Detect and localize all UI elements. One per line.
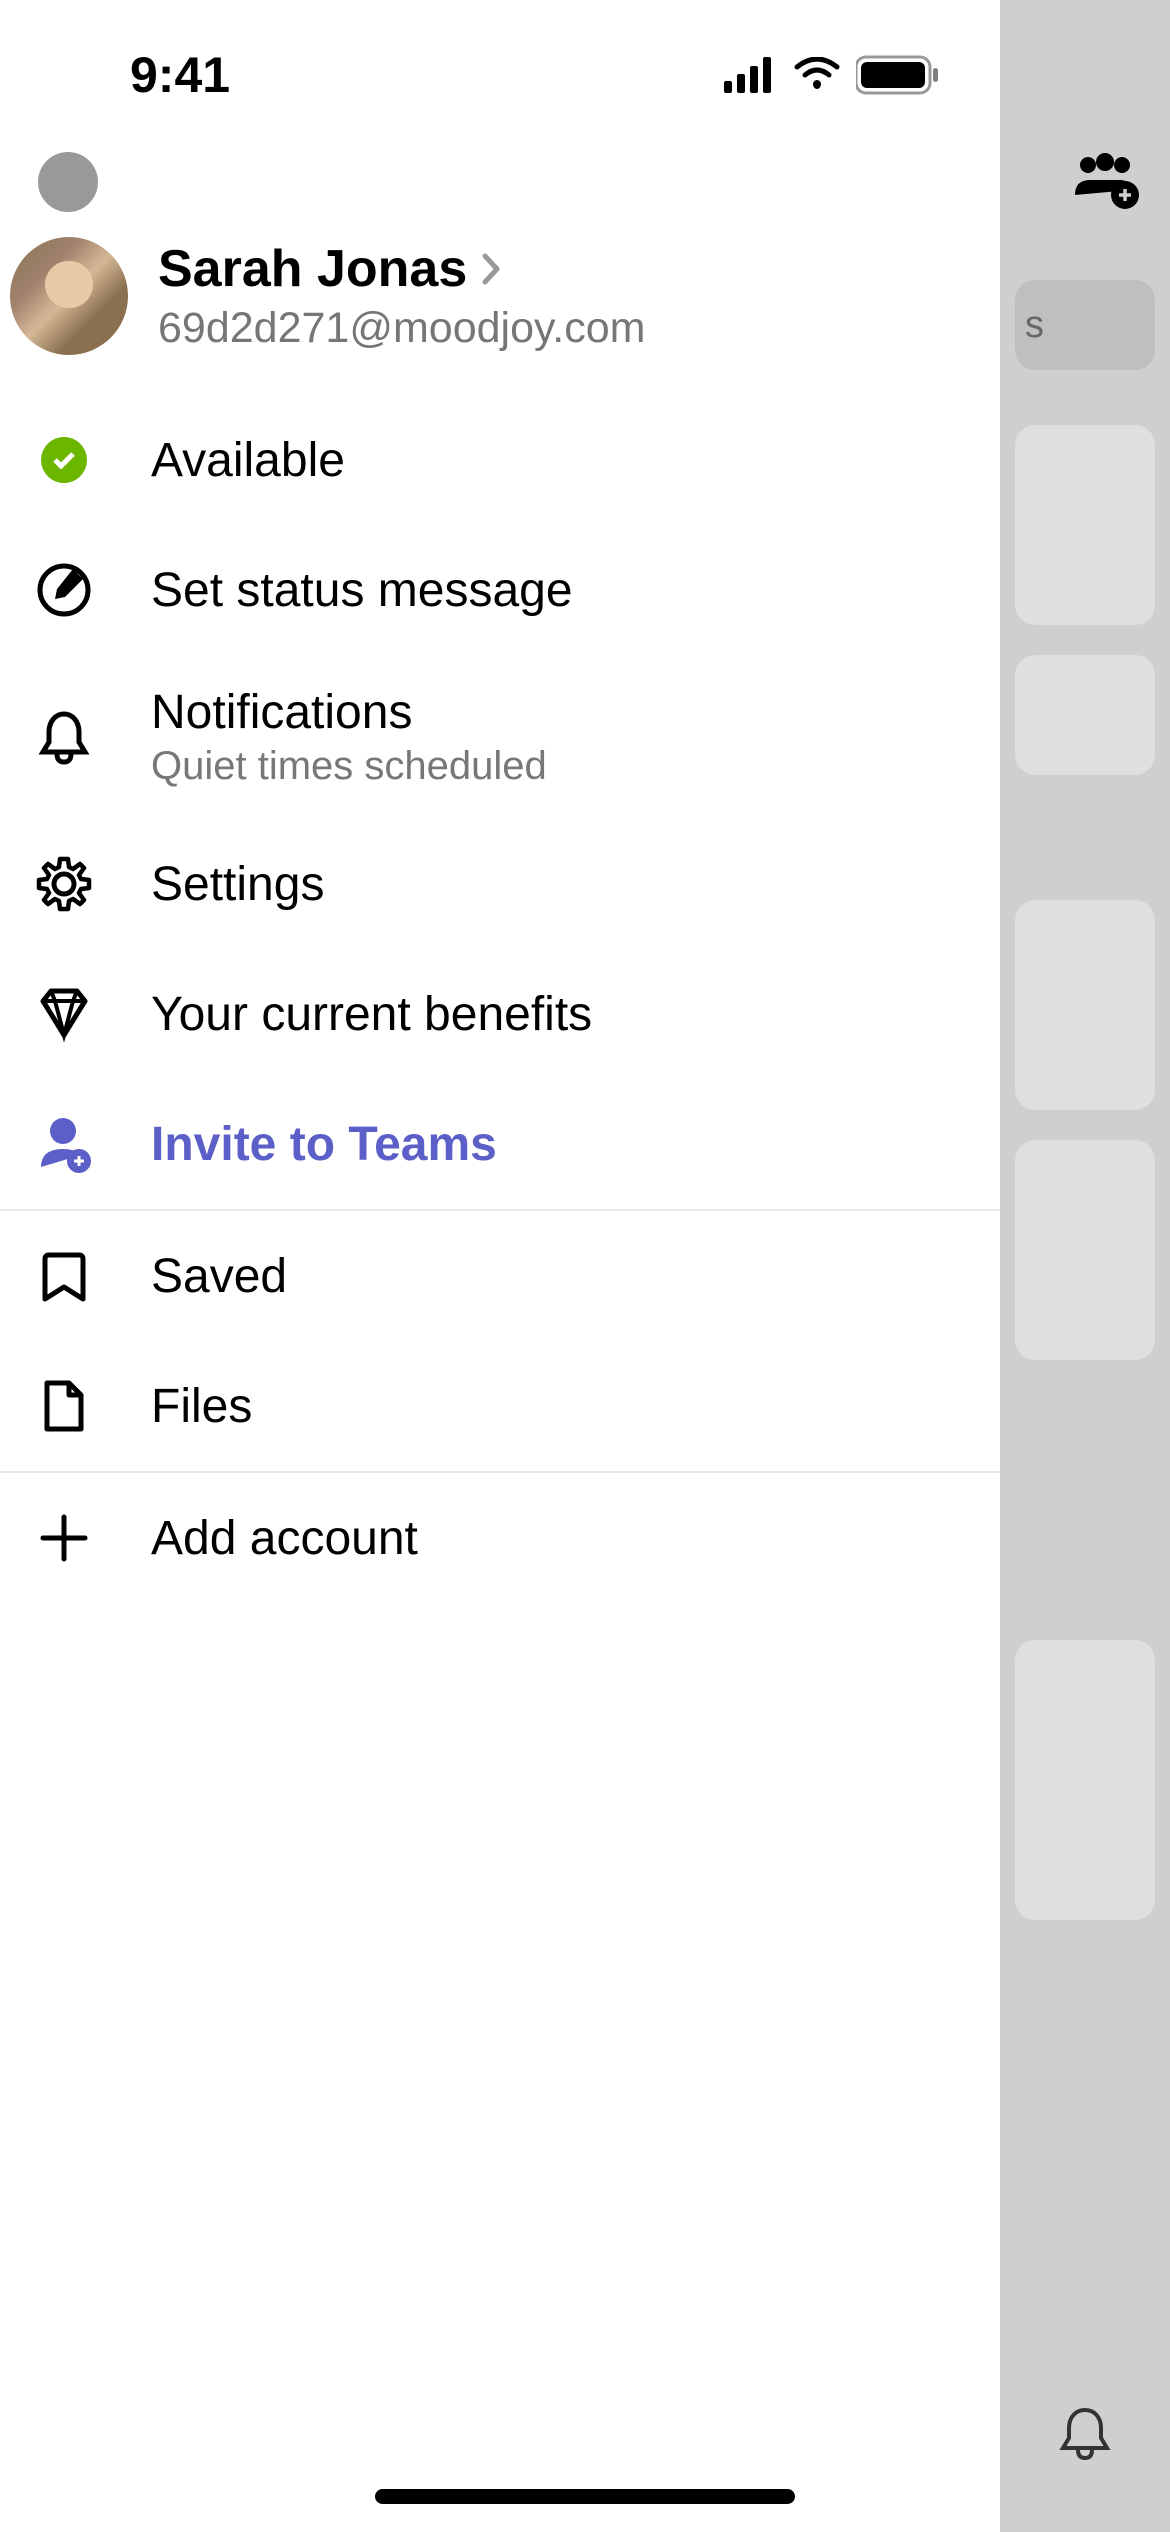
menu-item-set-status[interactable]: Set status message: [0, 525, 1000, 655]
drawer-panel: 9:41 Sarah J: [0, 0, 1000, 2532]
background-search: s: [1015, 280, 1155, 370]
gear-icon: [35, 855, 93, 913]
bg-card: [1015, 1640, 1155, 1920]
notifications-label: Notifications: [151, 685, 965, 740]
background-panel: s: [1000, 0, 1170, 2532]
edit-icon: [35, 561, 93, 619]
set-status-label: Set status message: [151, 563, 965, 618]
account-indicator-dot[interactable]: [38, 152, 98, 212]
home-indicator[interactable]: [375, 2489, 795, 2504]
files-label: Files: [151, 1379, 965, 1434]
benefits-label: Your current benefits: [151, 987, 965, 1042]
menu-item-invite[interactable]: Invite to Teams: [0, 1079, 1000, 1209]
bookmark-icon: [35, 1247, 93, 1305]
bg-card: [1015, 900, 1155, 1110]
battery-icon: [856, 55, 940, 95]
diamond-icon: [35, 985, 93, 1043]
menu-item-notifications[interactable]: Notifications Quiet times scheduled: [0, 655, 1000, 819]
status-bar: 9:41: [0, 0, 1000, 130]
file-icon: [35, 1377, 93, 1435]
profile-name: Sarah Jonas: [158, 239, 467, 299]
avatar: [10, 237, 128, 355]
available-status-icon: [35, 431, 93, 489]
bell-icon: [35, 708, 93, 766]
search-partial-text: s: [1025, 304, 1044, 347]
menu-item-settings[interactable]: Settings: [0, 819, 1000, 949]
add-people-icon[interactable]: [1070, 150, 1140, 210]
menu-item-files[interactable]: Files: [0, 1341, 1000, 1471]
bg-card: [1015, 425, 1155, 625]
bg-card: [1015, 1140, 1155, 1360]
status-icons: [724, 55, 940, 95]
menu-item-add-account[interactable]: Add account: [0, 1473, 1000, 1603]
plus-icon: [35, 1509, 93, 1567]
menu-item-availability[interactable]: Available: [0, 395, 1000, 525]
cellular-signal-icon: [724, 57, 778, 93]
profile-info: Sarah Jonas 69d2d271@moodjoy.com: [158, 239, 965, 353]
saved-label: Saved: [151, 1249, 965, 1304]
menu-item-benefits[interactable]: Your current benefits: [0, 949, 1000, 1079]
chevron-right-icon: [482, 253, 502, 285]
invite-label: Invite to Teams: [151, 1117, 965, 1172]
status-time: 9:41: [130, 46, 230, 104]
menu-item-saved[interactable]: Saved: [0, 1211, 1000, 1341]
invite-person-icon: [35, 1115, 93, 1173]
wifi-icon: [793, 57, 841, 93]
profile-header[interactable]: Sarah Jonas 69d2d271@moodjoy.com: [0, 217, 1000, 395]
bg-card: [1015, 655, 1155, 775]
profile-email: 69d2d271@moodjoy.com: [158, 304, 965, 353]
add-account-label: Add account: [151, 1511, 965, 1566]
notifications-sublabel: Quiet times scheduled: [151, 744, 965, 789]
settings-label: Settings: [151, 857, 965, 912]
background-bell-icon[interactable]: [1055, 2402, 1115, 2462]
availability-label: Available: [151, 433, 965, 488]
